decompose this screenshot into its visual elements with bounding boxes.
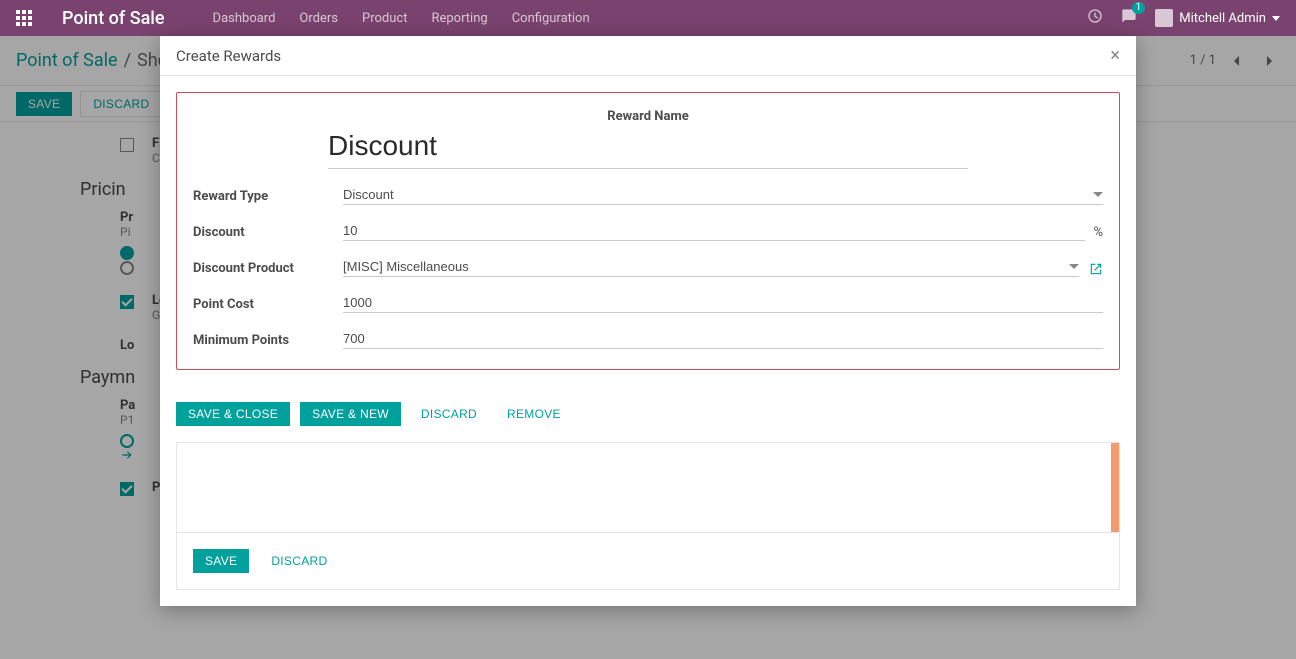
apps-icon[interactable] [16,10,32,26]
modal-discard-button[interactable]: Discard [411,402,487,426]
minimum-points-input[interactable] [343,331,1103,349]
lower-discard-button[interactable]: Discard [259,549,339,573]
panel-bottom: Save Discard [177,533,1119,589]
reward-name-input[interactable] [328,128,968,169]
chat-icon[interactable]: 1 [1121,8,1137,28]
nav-title[interactable]: Point of Sale [62,8,165,29]
discount-product-select[interactable] [343,259,1079,277]
panel-top [177,443,1119,533]
modal-header: Create Rewards × [160,36,1136,76]
discount-label: Discount [193,225,343,240]
point-cost-label: Point Cost [193,297,343,312]
user-name: Mitchell Admin [1179,11,1266,26]
nav-link-orders[interactable]: Orders [299,11,338,26]
close-icon[interactable]: × [1110,45,1120,66]
caret-down-icon [1069,262,1079,272]
discount-input[interactable] [343,223,1085,241]
save-close-button[interactable]: Save & Close [176,402,290,426]
nav-link-reporting[interactable]: Reporting [431,11,487,26]
modal-overlay: Create Rewards × Reward Name Reward Type… [0,36,1296,659]
lower-panel: Save Discard [176,442,1120,590]
lower-save-button[interactable]: Save [193,549,249,573]
avatar-icon [1155,9,1173,27]
modal-actions: Save & Close Save & New Discard Remove [160,386,1136,442]
modal-title: Create Rewards [176,47,281,65]
nav-link-dashboard[interactable]: Dashboard [213,11,276,26]
reward-type-select[interactable] [343,187,1103,205]
caret-down-icon [1272,16,1280,21]
nav-link-product[interactable]: Product [362,11,407,26]
reward-type-label: Reward Type [193,189,343,204]
remove-button[interactable]: Remove [497,402,571,426]
highlight-frame: Reward Name Reward Type Discount % D [176,92,1120,370]
minimum-points-label: Minimum Points [193,333,343,348]
create-rewards-modal: Create Rewards × Reward Name Reward Type… [160,36,1136,606]
top-navbar: Point of Sale Dashboard Orders Product R… [0,0,1296,36]
modal-body: Reward Name Reward Type Discount % D [160,76,1136,386]
discount-product-label: Discount Product [193,261,343,276]
save-new-button[interactable]: Save & New [300,402,401,426]
reward-name-label: Reward Name [607,109,688,124]
nav-link-configuration[interactable]: Configuration [512,11,590,26]
chat-badge: 1 [1132,2,1146,14]
discount-unit: % [1093,225,1103,240]
user-menu[interactable]: Mitchell Admin [1155,9,1280,27]
clock-icon[interactable] [1087,8,1103,28]
caret-down-icon [1093,190,1103,200]
discount-product-value[interactable] [343,259,1069,274]
point-cost-input[interactable] [343,295,1103,313]
reward-type-value[interactable] [343,187,1093,202]
external-link-icon[interactable] [1089,261,1103,275]
